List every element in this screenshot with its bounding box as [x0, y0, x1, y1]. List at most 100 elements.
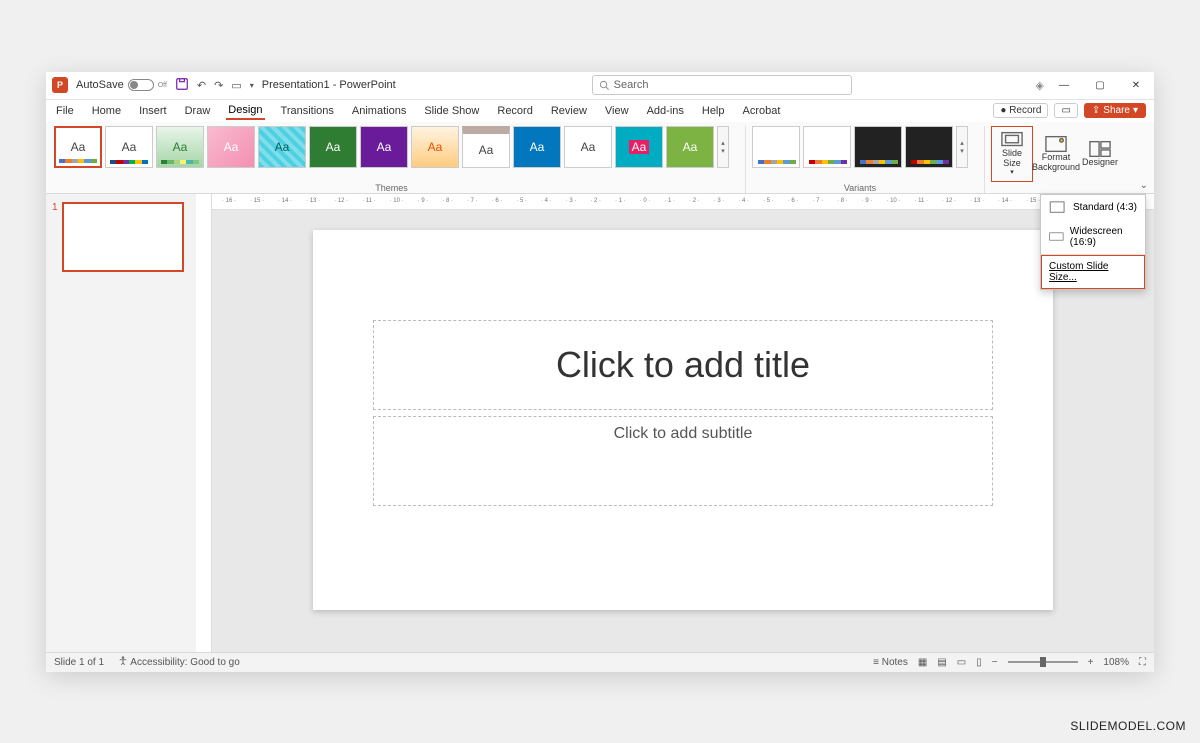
- tab-view[interactable]: View: [603, 103, 631, 119]
- accessibility-status[interactable]: Accessibility: Good to go: [118, 656, 240, 668]
- standard-ratio-icon: [1049, 201, 1067, 214]
- variants-more-button[interactable]: ▴▾: [956, 126, 968, 168]
- designer-button[interactable]: Designer: [1079, 126, 1121, 182]
- tab-transitions[interactable]: Transitions: [279, 103, 336, 119]
- close-button[interactable]: ✕: [1124, 80, 1148, 91]
- app-icon: P: [52, 77, 68, 93]
- title-placeholder[interactable]: Click to add title: [373, 320, 993, 410]
- document-title: Presentation1 - PowerPoint: [262, 79, 396, 91]
- autosave-label: AutoSave: [76, 79, 124, 91]
- variants-label: Variants: [752, 183, 968, 193]
- minimize-button[interactable]: —: [1052, 80, 1076, 91]
- tab-animations[interactable]: Animations: [350, 103, 408, 119]
- slide-size-dropdown: Standard (4:3) Widescreen (16:9) Custom …: [1040, 194, 1146, 290]
- variants-section: ▴▾ Variants: [752, 126, 985, 193]
- sorter-view-icon[interactable]: ▤: [937, 657, 946, 668]
- tab-slideshow[interactable]: Slide Show: [422, 103, 481, 119]
- titlebar: P AutoSave Off ↶ ↷ ▭ ▾ Presentation1 - P…: [46, 72, 1154, 100]
- tab-acrobat[interactable]: Acrobat: [741, 103, 783, 119]
- widescreen-ratio-icon: [1049, 230, 1064, 243]
- zoom-slider[interactable]: [1008, 661, 1078, 663]
- diamond-icon[interactable]: ◈: [1036, 79, 1044, 92]
- accessibility-icon: [118, 656, 128, 666]
- collapse-ribbon-icon[interactable]: ⌄: [1140, 180, 1148, 191]
- tab-insert[interactable]: Insert: [137, 103, 169, 119]
- theme-thumb[interactable]: Aa: [207, 126, 255, 168]
- tab-addins[interactable]: Add-ins: [645, 103, 686, 119]
- theme-thumb[interactable]: Aa: [513, 126, 561, 168]
- themes-label: Themes: [54, 183, 729, 193]
- watermark: SLIDEMODEL.COM: [1070, 719, 1186, 733]
- canvas-area: · 16 ·· 15 ·· 14 ·· 13 ·· 12 ·· 11 ·· 10…: [212, 194, 1154, 656]
- theme-thumb[interactable]: Aa: [105, 126, 153, 168]
- slide-size-icon: [1001, 131, 1023, 149]
- slide-counter[interactable]: Slide 1 of 1: [54, 657, 104, 668]
- tab-home[interactable]: Home: [90, 103, 123, 119]
- theme-thumb[interactable]: Aa: [156, 126, 204, 168]
- zoom-out-icon[interactable]: −: [992, 657, 998, 668]
- workspace: 1 · 16 ·· 15 ·· 14 ·· 13 ·· 12 ·· 11 ·· …: [46, 194, 1154, 656]
- save-icon[interactable]: [175, 77, 189, 94]
- statusbar: Slide 1 of 1 Accessibility: Good to go ≡…: [46, 652, 1154, 672]
- widescreen-size-option[interactable]: Widescreen (16:9): [1041, 220, 1145, 254]
- menubar: File Home Insert Draw Design Transitions…: [46, 100, 1154, 122]
- present-button[interactable]: ▭: [1054, 103, 1077, 118]
- variant-thumb[interactable]: [854, 126, 902, 168]
- tab-file[interactable]: File: [54, 103, 76, 119]
- theme-thumb[interactable]: Aa: [360, 126, 408, 168]
- search-icon: [599, 80, 610, 91]
- standard-size-option[interactable]: Standard (4:3): [1041, 195, 1145, 220]
- slide-size-button[interactable]: Slide Size▾: [991, 126, 1033, 182]
- theme-thumb[interactable]: Aa: [258, 126, 306, 168]
- theme-thumb[interactable]: Aa: [462, 126, 510, 168]
- horizontal-ruler: · 16 ·· 15 ·· 14 ·· 13 ·· 12 ·· 11 ·· 10…: [212, 194, 1154, 210]
- toggle-switch[interactable]: [128, 79, 154, 91]
- autosave-state: Off: [158, 82, 167, 89]
- format-background-button[interactable]: Format Background: [1035, 126, 1077, 182]
- slideshow-view-icon[interactable]: ▯: [976, 657, 982, 668]
- tab-review[interactable]: Review: [549, 103, 589, 119]
- tab-design[interactable]: Design: [226, 102, 264, 120]
- format-bg-icon: [1045, 135, 1067, 153]
- qat-more-icon[interactable]: ▾: [250, 81, 254, 90]
- notes-button[interactable]: ≡ Notes: [873, 657, 908, 668]
- theme-thumb[interactable]: Aa: [615, 126, 663, 168]
- redo-icon[interactable]: ↷: [214, 79, 223, 92]
- undo-icon[interactable]: ↶: [197, 79, 206, 92]
- search-placeholder: Search: [614, 79, 649, 91]
- themes-section: Aa Aa Aa Aa Aa Aa Aa Aa Aa Aa Aa Aa Aa ▴…: [54, 126, 746, 193]
- tab-help[interactable]: Help: [700, 103, 727, 119]
- autosave-toggle[interactable]: AutoSave Off: [76, 79, 167, 91]
- slide-thumbnail-panel[interactable]: 1: [46, 194, 196, 656]
- theme-thumb[interactable]: Aa: [564, 126, 612, 168]
- variants-gallery[interactable]: ▴▾: [752, 126, 968, 168]
- reading-view-icon[interactable]: ▭: [957, 657, 966, 668]
- record-button[interactable]: ● Record: [993, 103, 1048, 118]
- variant-thumb[interactable]: [803, 126, 851, 168]
- fit-window-icon[interactable]: ⛶: [1139, 657, 1146, 668]
- zoom-level[interactable]: 108%: [1103, 657, 1129, 668]
- tab-draw[interactable]: Draw: [183, 103, 213, 119]
- themes-more-button[interactable]: ▴▾: [717, 126, 729, 168]
- themes-gallery[interactable]: Aa Aa Aa Aa Aa Aa Aa Aa Aa Aa Aa Aa Aa ▴…: [54, 126, 729, 168]
- slide-thumbnail[interactable]: [62, 202, 184, 272]
- variant-thumb[interactable]: [752, 126, 800, 168]
- share-button[interactable]: ⇪ Share ▾: [1084, 103, 1146, 118]
- theme-thumb[interactable]: Aa: [666, 126, 714, 168]
- custom-size-option[interactable]: Custom Slide Size...: [1041, 255, 1145, 289]
- theme-thumb[interactable]: Aa: [54, 126, 102, 168]
- tab-record[interactable]: Record: [495, 103, 534, 119]
- slide-canvas[interactable]: Click to add title Click to add subtitle: [313, 230, 1053, 610]
- theme-thumb[interactable]: Aa: [411, 126, 459, 168]
- vertical-ruler: [196, 194, 212, 656]
- theme-thumb[interactable]: Aa: [309, 126, 357, 168]
- normal-view-icon[interactable]: ▦: [918, 657, 927, 668]
- restore-button[interactable]: ▢: [1088, 80, 1112, 91]
- slideshow-icon[interactable]: ▭: [231, 79, 241, 92]
- customize-section: Slide Size▾ Format Background Designer: [991, 126, 1121, 193]
- slide-number: 1: [52, 202, 58, 272]
- subtitle-placeholder[interactable]: Click to add subtitle: [373, 416, 993, 506]
- search-input[interactable]: Search: [592, 75, 852, 95]
- variant-thumb[interactable]: [905, 126, 953, 168]
- zoom-in-icon[interactable]: +: [1088, 657, 1094, 668]
